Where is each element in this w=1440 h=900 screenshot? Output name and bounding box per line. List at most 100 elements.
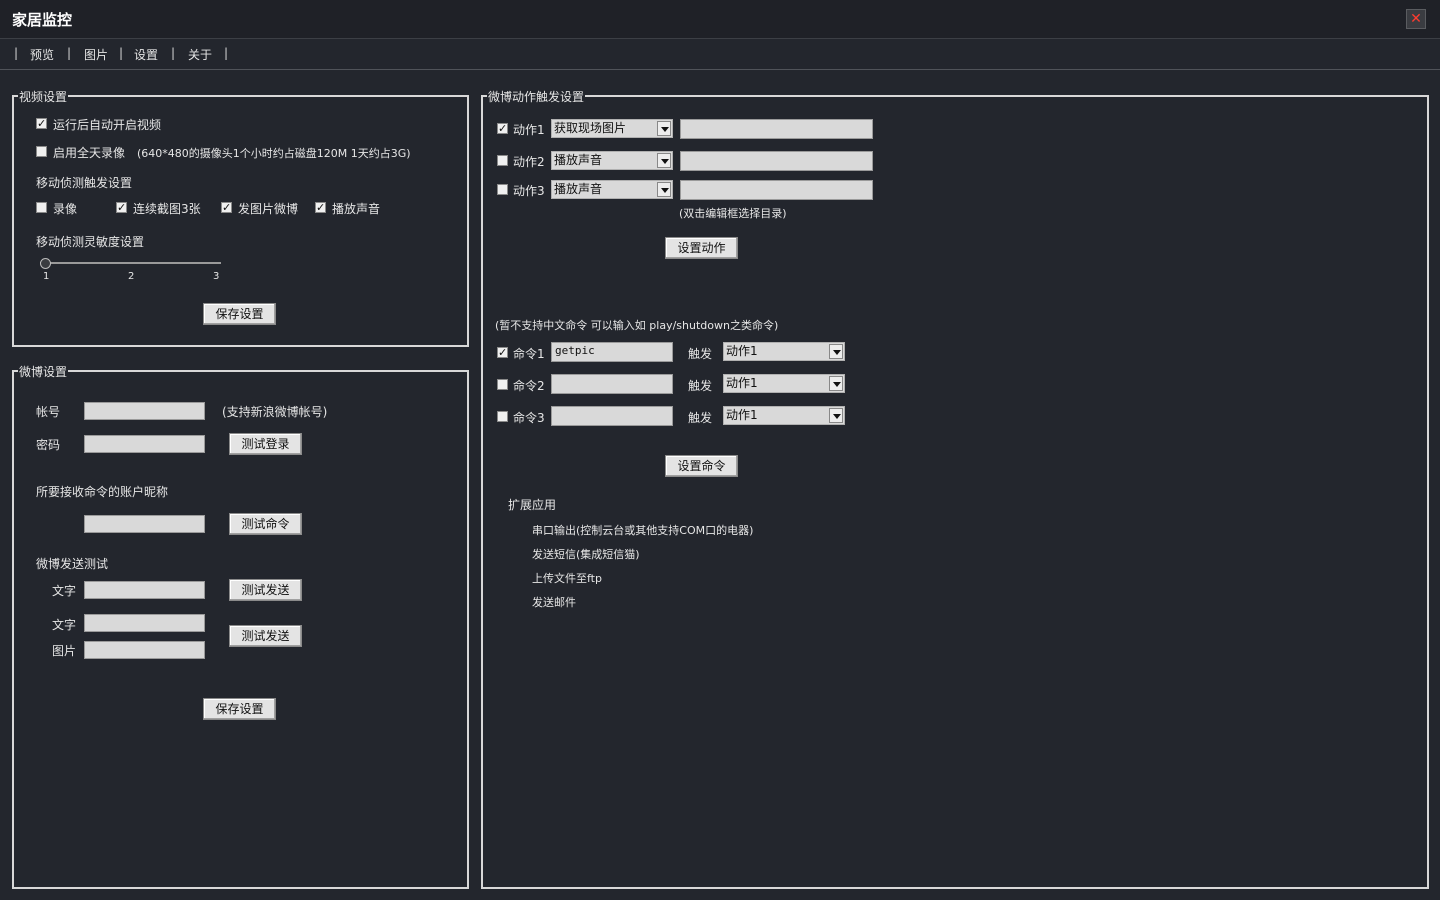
actions-group bbox=[481, 95, 1429, 889]
action1-select[interactable]: 获取现场图片 bbox=[551, 119, 673, 138]
command2-label: 命令2 bbox=[513, 379, 545, 393]
action3-select-value: 播放声音 bbox=[554, 182, 603, 196]
menu-item-pictures[interactable]: 图片 bbox=[84, 46, 108, 63]
extension-title: 扩展应用 bbox=[508, 498, 557, 512]
command3-trigger-label: 触发 bbox=[688, 411, 713, 425]
check-icon: ✓ bbox=[316, 201, 326, 214]
action2-checkbox[interactable] bbox=[497, 155, 508, 166]
menu-separator: | bbox=[224, 46, 229, 60]
window-title: 家居监控 bbox=[12, 11, 73, 29]
command2-checkbox[interactable] bbox=[497, 379, 508, 390]
command2-trigger-select[interactable]: 动作1 bbox=[723, 374, 845, 393]
auto-start-label: 运行后自动开启视频 bbox=[53, 118, 162, 132]
command3-trigger-select[interactable]: 动作1 bbox=[723, 406, 845, 425]
check-icon: ✓ bbox=[37, 117, 47, 130]
sensitivity-title: 移动侦测灵敏度设置 bbox=[36, 235, 145, 249]
command3-checkbox[interactable] bbox=[497, 411, 508, 422]
menu-separator: | bbox=[14, 46, 19, 60]
password-label: 密码 bbox=[36, 438, 61, 452]
command3-input[interactable] bbox=[551, 406, 673, 426]
actions-title: 微博动作触发设置 bbox=[487, 88, 586, 105]
test-send-button[interactable]: 测试发送 bbox=[229, 579, 302, 601]
allday-record-checkbox[interactable] bbox=[36, 146, 47, 157]
extension-item: 上传文件至ftp bbox=[532, 572, 602, 585]
action1-path-input[interactable] bbox=[680, 119, 873, 139]
text2-label: 文字 bbox=[52, 618, 77, 632]
action2-label: 动作2 bbox=[513, 155, 545, 169]
test-send-image-button[interactable]: 测试发送 bbox=[229, 625, 302, 647]
text-input[interactable] bbox=[84, 581, 205, 599]
command1-checkbox[interactable]: ✓ bbox=[497, 347, 508, 358]
check-icon: ✓ bbox=[117, 201, 127, 214]
action3-label: 动作3 bbox=[513, 184, 545, 198]
menu-item-about[interactable]: 关于 bbox=[188, 46, 212, 63]
allday-record-label: 启用全天录像 bbox=[53, 146, 126, 160]
command1-trigger-value: 动作1 bbox=[726, 344, 758, 358]
test-login-button[interactable]: 测试登录 bbox=[229, 433, 302, 455]
menu-item-settings[interactable]: 设置 bbox=[134, 46, 158, 63]
command2-trigger-value: 动作1 bbox=[726, 376, 758, 390]
command1-input[interactable]: getpic bbox=[551, 342, 673, 362]
test-command-button[interactable]: 测试命令 bbox=[229, 513, 302, 535]
chevron-down-icon bbox=[829, 344, 843, 359]
extension-item: 发送短信(集成短信猫) bbox=[532, 548, 640, 561]
extension-item: 串口输出(控制云台或其他支持COM口的电器) bbox=[532, 524, 754, 537]
action3-select[interactable]: 播放声音 bbox=[551, 180, 673, 199]
set-command-button[interactable]: 设置命令 bbox=[665, 455, 738, 477]
image-label: 图片 bbox=[52, 644, 77, 658]
action1-checkbox[interactable]: ✓ bbox=[497, 123, 508, 134]
command1-trigger-select[interactable]: 动作1 bbox=[723, 342, 845, 361]
weibo-settings-title: 微博设置 bbox=[18, 363, 69, 380]
check-icon: ✓ bbox=[222, 201, 232, 214]
title-bar bbox=[0, 0, 1440, 39]
action1-label: 动作1 bbox=[513, 123, 545, 137]
trigger-sound-checkbox[interactable]: ✓ bbox=[315, 202, 326, 213]
command2-input[interactable] bbox=[551, 374, 673, 394]
check-icon: ✓ bbox=[498, 346, 508, 359]
sensitivity-slider-thumb[interactable] bbox=[40, 258, 51, 269]
account-note: (支持新浪微博帐号) bbox=[222, 405, 328, 419]
slider-tick: 3 bbox=[213, 271, 220, 282]
send-test-title: 微博发送测试 bbox=[36, 557, 109, 571]
menu-item-preview[interactable]: 预览 bbox=[30, 46, 54, 63]
actions-hint: (双击编辑框选择目录) bbox=[679, 207, 787, 220]
video-save-button[interactable]: 保存设置 bbox=[203, 303, 276, 325]
menu-separator: | bbox=[119, 46, 124, 60]
close-icon: ✕ bbox=[1410, 11, 1422, 27]
allday-record-note: (640*480的摄像头1个小时约占磁盘120M 1天约占3G) bbox=[137, 147, 411, 160]
text2-input[interactable] bbox=[84, 614, 205, 632]
motion-trigger-title: 移动侦测触发设置 bbox=[36, 176, 133, 190]
chevron-down-icon bbox=[829, 408, 843, 423]
sensitivity-slider[interactable] bbox=[40, 262, 221, 264]
trigger-screenshot-label: 连续截图3张 bbox=[133, 202, 201, 216]
command3-trigger-value: 动作1 bbox=[726, 408, 758, 422]
action3-path-input[interactable] bbox=[680, 180, 873, 200]
extension-item: 发送邮件 bbox=[532, 596, 576, 609]
trigger-record-checkbox[interactable] bbox=[36, 202, 47, 213]
nickname-input[interactable] bbox=[84, 515, 205, 533]
check-icon: ✓ bbox=[498, 122, 508, 135]
auto-start-checkbox[interactable]: ✓ bbox=[36, 118, 47, 129]
command1-label: 命令1 bbox=[513, 347, 545, 361]
nickname-label: 所要接收命令的账户昵称 bbox=[36, 485, 169, 499]
chevron-down-icon bbox=[657, 121, 671, 136]
close-button[interactable]: ✕ bbox=[1406, 9, 1426, 29]
slider-tick: 2 bbox=[128, 271, 135, 282]
action2-path-input[interactable] bbox=[680, 151, 873, 171]
account-input[interactable] bbox=[84, 402, 205, 420]
image-input[interactable] bbox=[84, 641, 205, 659]
action1-select-value: 获取现场图片 bbox=[554, 121, 627, 135]
action3-checkbox[interactable] bbox=[497, 184, 508, 195]
command2-trigger-label: 触发 bbox=[688, 379, 713, 393]
chevron-down-icon bbox=[657, 182, 671, 197]
set-action-button[interactable]: 设置动作 bbox=[665, 237, 738, 259]
weibo-save-button[interactable]: 保存设置 bbox=[203, 698, 276, 720]
menu-separator: | bbox=[171, 46, 176, 60]
menu-bar bbox=[0, 39, 1440, 70]
action2-select-value: 播放声音 bbox=[554, 153, 603, 167]
trigger-record-label: 录像 bbox=[53, 202, 78, 216]
trigger-screenshot-checkbox[interactable]: ✓ bbox=[116, 202, 127, 213]
password-input[interactable] bbox=[84, 435, 205, 453]
action2-select[interactable]: 播放声音 bbox=[551, 151, 673, 170]
trigger-weibo-checkbox[interactable]: ✓ bbox=[221, 202, 232, 213]
